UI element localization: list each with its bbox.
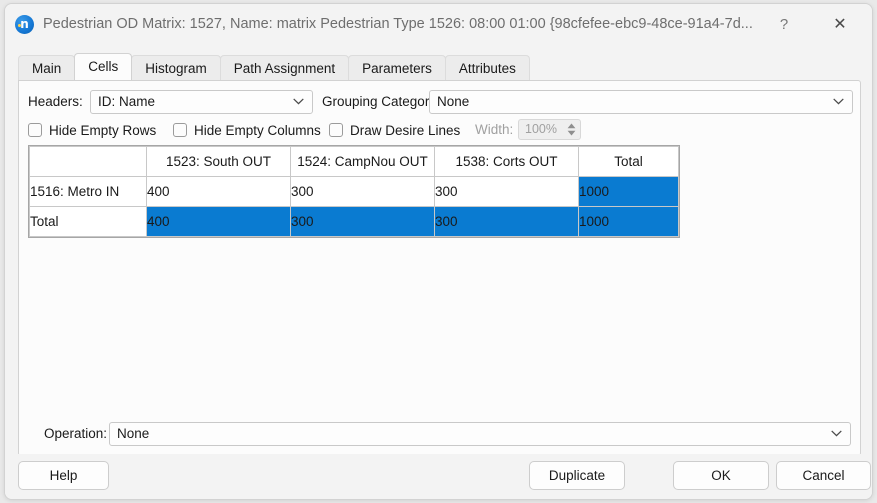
operation-label: Operation: — [44, 422, 107, 446]
title-help-button[interactable]: ? — [762, 10, 806, 40]
width-value: 100% — [519, 120, 563, 139]
hide-empty-columns-checkbox[interactable]: Hide Empty Columns — [173, 119, 321, 141]
headers-label: Headers: — [28, 90, 83, 114]
duplicate-button[interactable]: Duplicate — [529, 461, 625, 490]
aimsun-app-icon: n — [15, 15, 34, 34]
window-title: Pedestrian OD Matrix: 1527, Name: matrix… — [43, 15, 773, 34]
checkbox-box — [28, 123, 42, 137]
operation-select[interactable]: None — [109, 422, 851, 446]
spinner-updown-icon — [566, 122, 577, 137]
table-total-row: Total 400 300 300 1000 — [30, 207, 679, 237]
tab-histogram[interactable]: Histogram — [131, 55, 221, 80]
cell-1516-1538[interactable]: 300 — [435, 177, 579, 207]
width-stepper: 100% — [518, 119, 581, 140]
row-header-total[interactable]: Total — [30, 207, 147, 237]
od-matrix-table[interactable]: 1523: South OUT 1524: CampNou OUT 1538: … — [28, 145, 680, 238]
chevron-down-icon — [833, 98, 844, 105]
hide-empty-rows-checkbox[interactable]: Hide Empty Rows — [28, 119, 156, 141]
cell-total-1524[interactable]: 300 — [291, 207, 435, 237]
column-header-1523[interactable]: 1523: South OUT — [147, 147, 291, 177]
width-label: Width: — [475, 119, 513, 141]
cell-total-1538[interactable]: 300 — [435, 207, 579, 237]
cell-total-total[interactable]: 1000 — [579, 207, 679, 237]
headers-select[interactable]: ID: Name — [90, 90, 313, 114]
column-header-1524[interactable]: 1524: CampNou OUT — [291, 147, 435, 177]
cells-tab-panel: Headers: ID: Name Grouping Category: Non… — [18, 80, 861, 456]
chevron-down-icon — [293, 98, 304, 105]
cancel-button[interactable]: Cancel — [776, 461, 871, 490]
title-bar: n Pedestrian OD Matrix: 1527, Name: matr… — [5, 4, 872, 45]
tab-parameters[interactable]: Parameters — [348, 55, 446, 80]
pedestrian-od-matrix-dialog: n Pedestrian OD Matrix: 1527, Name: matr… — [4, 3, 873, 500]
cell-total-1523[interactable]: 400 — [147, 207, 291, 237]
dialog-footer: Help Duplicate OK Cancel — [5, 454, 872, 499]
options-row: Hide Empty Rows Hide Empty Columns Draw … — [28, 119, 851, 141]
help-button[interactable]: Help — [18, 461, 109, 490]
draw-desire-lines-checkbox[interactable]: Draw Desire Lines — [329, 119, 460, 141]
draw-desire-lines-label: Draw Desire Lines — [350, 123, 460, 138]
hide-empty-columns-label: Hide Empty Columns — [194, 123, 321, 138]
matrix-corner-cell — [30, 147, 147, 177]
row-header-1516[interactable]: 1516: Metro IN — [30, 177, 147, 207]
tab-cells[interactable]: Cells — [74, 53, 132, 80]
cell-1516-1524[interactable]: 300 — [291, 177, 435, 207]
grouping-category-select[interactable]: None — [429, 90, 853, 114]
table-row: 1516: Metro IN 400 300 300 1000 — [30, 177, 679, 207]
close-icon[interactable]: ✕ — [818, 10, 862, 40]
tab-main[interactable]: Main — [18, 55, 75, 80]
grouping-category-select-value: None — [437, 91, 826, 113]
grouping-category-label: Grouping Category: — [322, 90, 440, 114]
operation-row: Operation: None — [28, 422, 851, 446]
cell-1516-total[interactable]: 1000 — [579, 177, 679, 207]
column-header-total[interactable]: Total — [579, 147, 679, 177]
tab-attributes[interactable]: Attributes — [445, 55, 530, 80]
ok-button[interactable]: OK — [673, 461, 769, 490]
tab-path-assignment[interactable]: Path Assignment — [220, 55, 349, 80]
operation-select-value: None — [117, 423, 824, 445]
checkbox-box — [329, 123, 343, 137]
column-header-1538[interactable]: 1538: Corts OUT — [435, 147, 579, 177]
table-header-row: 1523: South OUT 1524: CampNou OUT 1538: … — [30, 147, 679, 177]
tab-strip: Main Cells Histogram Path Assignment Par… — [18, 54, 529, 80]
app-icon-dot — [18, 24, 21, 27]
hide-empty-rows-label: Hide Empty Rows — [49, 123, 156, 138]
checkbox-box — [173, 123, 187, 137]
cell-1516-1523[interactable]: 400 — [147, 177, 291, 207]
headers-row: Headers: ID: Name Grouping Category: Non… — [28, 90, 851, 114]
headers-select-value: ID: Name — [98, 91, 286, 113]
chevron-down-icon — [831, 430, 842, 437]
